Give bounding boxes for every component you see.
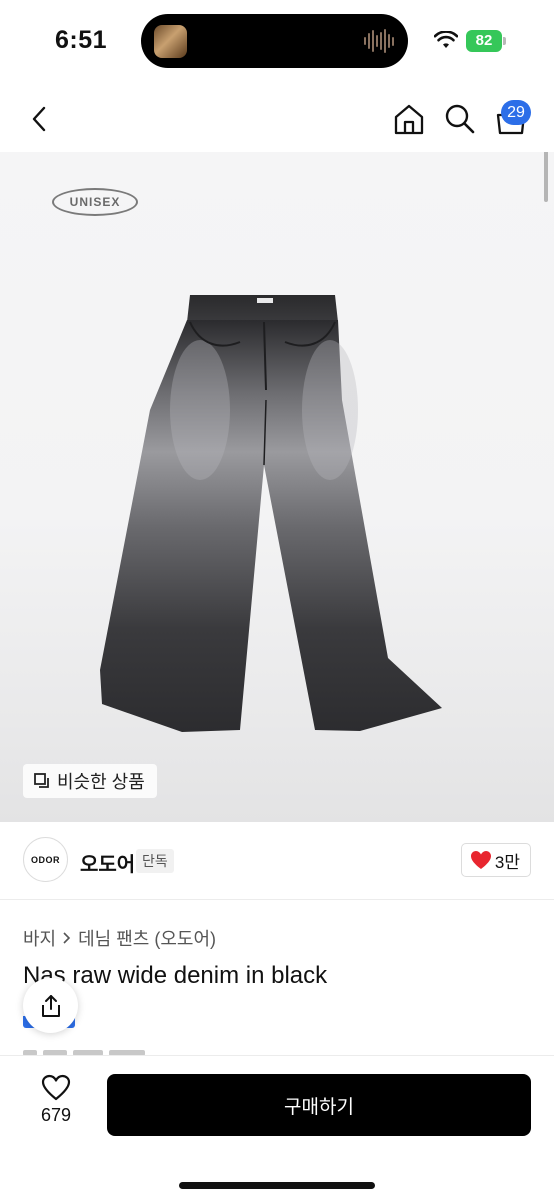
brand-logo[interactable]: ODOR [23,837,68,882]
battery-indicator: 82 [466,30,502,52]
brand-name[interactable]: 오도어 [80,848,135,877]
similar-products-button[interactable]: 비슷한 상품 [23,764,157,798]
wishlist-count: 679 [40,1105,72,1125]
similar-products-label: 비슷한 상품 [57,772,145,792]
scrollbar[interactable] [544,152,548,202]
home-icon[interactable] [392,102,426,136]
brand-like-button[interactable]: 3만 [460,843,531,877]
buy-button[interactable]: 구매하기 [107,1074,531,1136]
unisex-logo: UNISEX [52,188,138,216]
back-icon[interactable] [26,104,54,134]
chevron-right-icon [63,932,71,944]
exclusive-badge: 단독 [136,849,174,873]
breadcrumb-subcategory[interactable]: 데님 팬츠 (오도어) [78,925,216,951]
breadcrumb-category[interactable]: 바지 [23,925,56,951]
wishlist-button[interactable]: 679 [32,1074,80,1126]
breadcrumb: 바지 데님 팬츠 (오도어) [23,925,216,951]
bottom-action-bar: 679 구매하기 [0,1055,554,1200]
cart-count-badge: 29 [501,100,531,125]
share-button[interactable] [23,978,78,1033]
audio-waveform-icon [364,28,394,54]
status-bar: 6:51 82 [0,0,554,84]
home-indicator[interactable] [179,1182,375,1189]
similar-icon [34,773,49,788]
now-playing-artwork [154,25,187,58]
heart-outline-icon [41,1074,71,1101]
top-nav [0,84,554,154]
product-image[interactable]: UNISEX 비슷한 상품 [0,152,554,822]
dynamic-island[interactable] [141,14,408,68]
share-icon [41,994,60,1017]
status-time: 6:51 [55,26,108,54]
battery-tip [503,37,506,45]
brand-like-count: 3만 [494,852,520,872]
brand-row: ODOR 오도어 단독 3만 [0,822,554,900]
jeans-product-photo [100,295,442,732]
wifi-icon [434,31,458,48]
heart-filled-icon [470,851,491,869]
search-icon[interactable] [443,102,477,136]
